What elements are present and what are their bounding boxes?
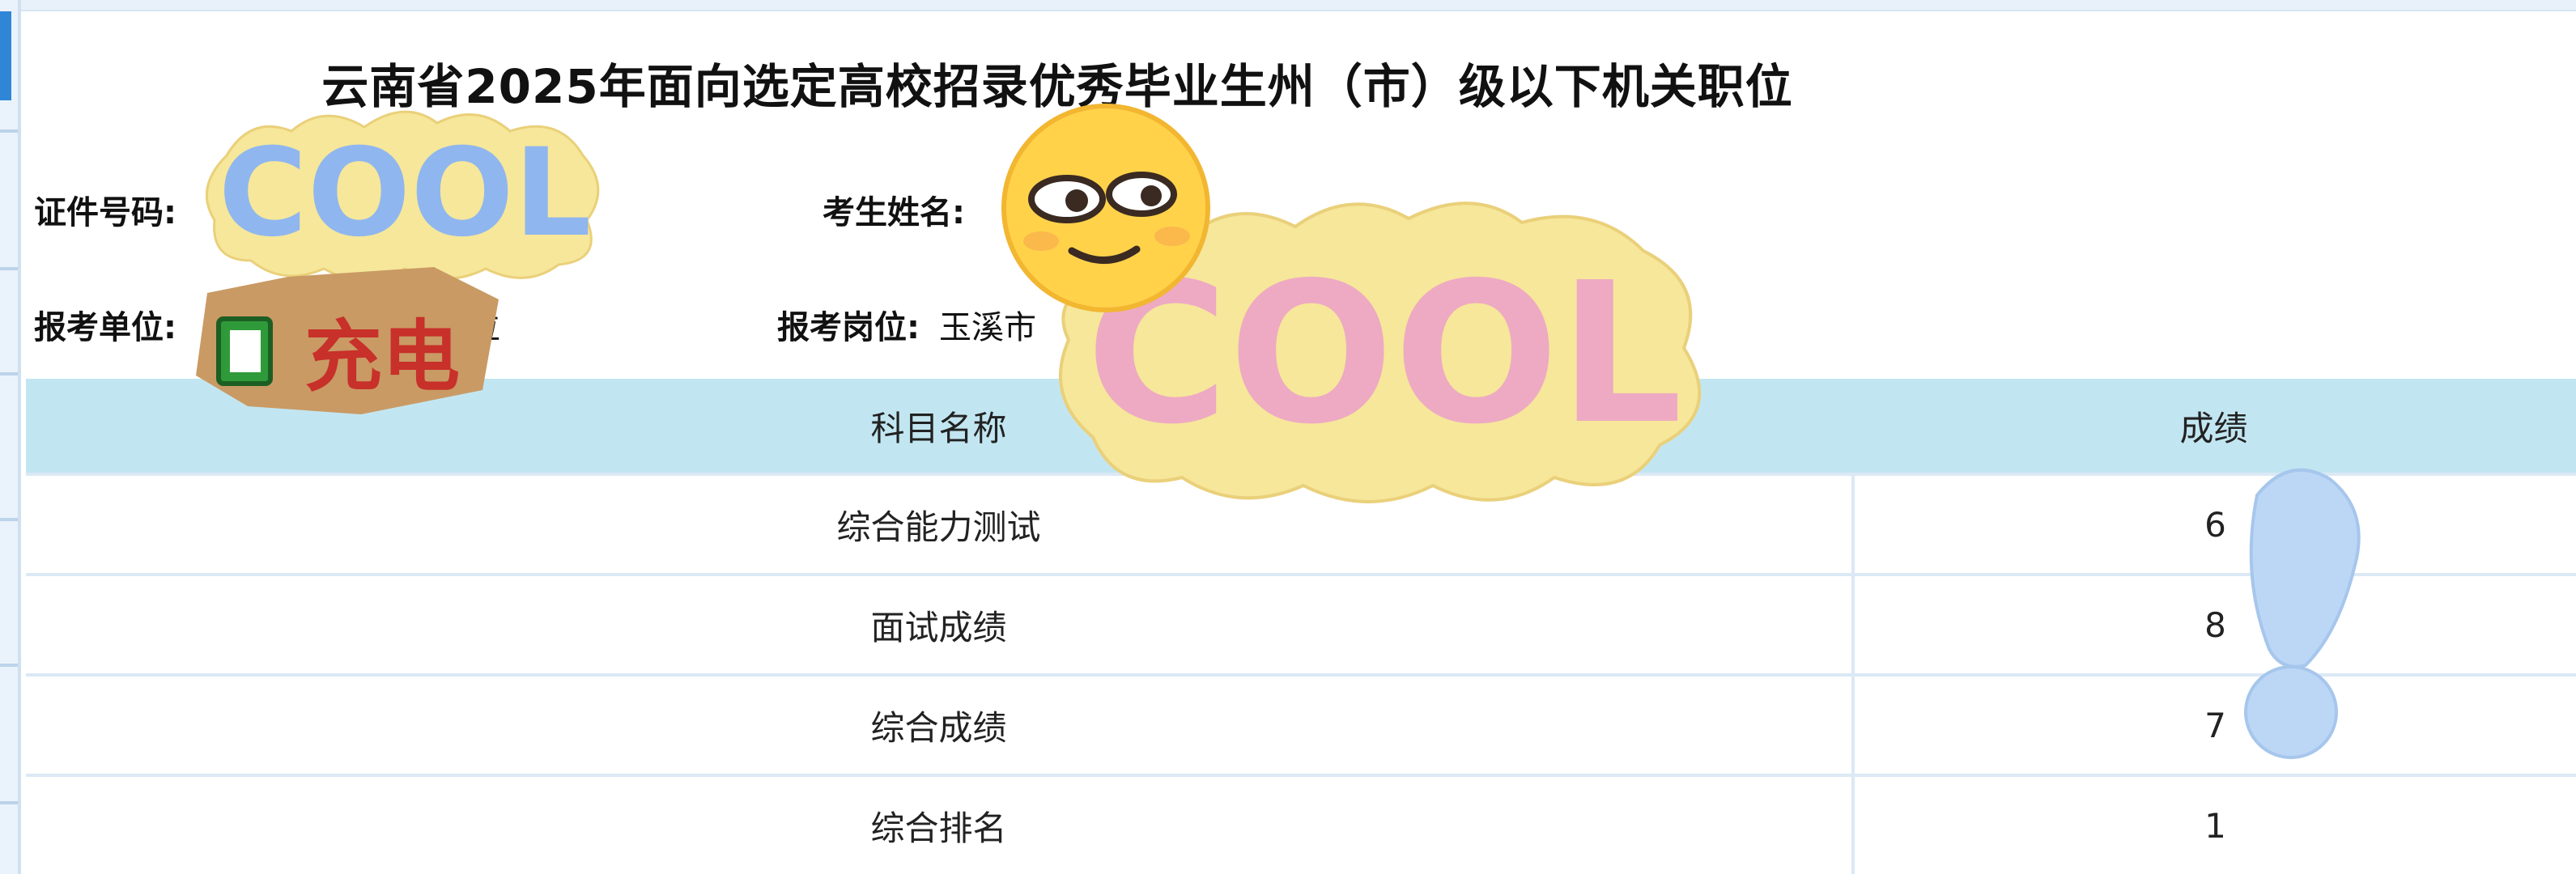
subject-cell: 综合成绩: [26, 677, 1855, 774]
candidate-name-field: 考生姓名:: [823, 186, 976, 233]
header-score: 成绩: [2179, 408, 2248, 448]
cool-sticker-small-text: COOL: [219, 123, 592, 264]
score-query-page: 云南省2025年面向选定高校招录优秀毕业生州（市）级以下机关职位 证件号码: 考…: [0, 0, 2576, 874]
candidate-name-label: 考生姓名:: [823, 194, 965, 231]
charge-sticker: 充电: [196, 267, 499, 414]
score-cell: 1: [2204, 805, 2226, 846]
table-row: 面试成绩 8: [26, 573, 2576, 673]
left-sidebar-edge: [0, 0, 21, 874]
apply-unit-field: 报考单位:: [34, 301, 176, 348]
subject-cell: 面试成绩: [26, 576, 1855, 673]
score-cell: 7: [2204, 705, 2226, 745]
apply-post-label: 报考岗位:: [777, 309, 920, 346]
id-number-label: 证件号码:: [34, 194, 176, 231]
score-cell: 6: [2204, 504, 2226, 545]
exclamation-icon: [2244, 468, 2361, 759]
id-number-field: 证件号码:: [34, 186, 188, 233]
header-subject: 科目名称: [870, 408, 1007, 448]
table-row: 综合成绩 7: [26, 673, 2576, 774]
smiley-emoji-icon: [1001, 104, 1210, 312]
top-window-strip: [21, 0, 2576, 11]
score-cell: 8: [2204, 605, 2226, 645]
apply-unit-label: 报考单位:: [34, 309, 176, 346]
table-row: 综合排名 1: [26, 774, 2576, 874]
active-sidebar-marker[interactable]: [0, 11, 11, 100]
charge-sticker-text: 充电: [304, 312, 460, 402]
subject-cell: 综合排名: [26, 777, 1855, 874]
